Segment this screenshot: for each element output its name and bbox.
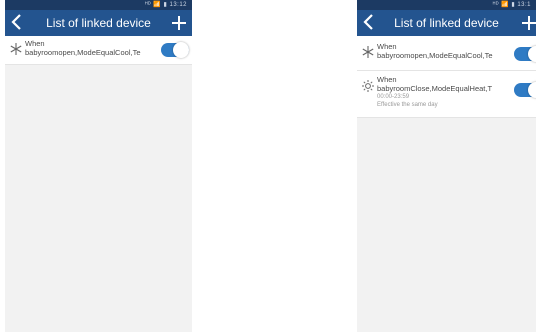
back-button[interactable] bbox=[362, 13, 380, 33]
when-label: When bbox=[377, 75, 397, 84]
chevron-left-icon bbox=[11, 14, 21, 30]
status-bar: ⁠ᴴᴰ 📶 ▮ 13:12 bbox=[5, 0, 192, 10]
plus-icon bbox=[172, 16, 186, 30]
rule-text: When babyroomClose,ModeEqualHeat,T 00:00… bbox=[377, 75, 502, 109]
right-screen: ᴴᴰ 📶 ▮ 13:1 List of linked device When b… bbox=[357, 0, 536, 332]
rule-text: When babyroomopen,ModeEqualCool,Te bbox=[25, 39, 158, 57]
when-label: When bbox=[377, 42, 397, 51]
rule-text: When babyroomopen,ModeEqualCool,Te bbox=[377, 42, 502, 60]
enable-toggle[interactable] bbox=[514, 82, 536, 98]
list-item[interactable]: When babyroomopen,ModeEqualCool,Te bbox=[357, 36, 536, 71]
list-item[interactable]: When babyroomClose,ModeEqualHeat,T 00:00… bbox=[357, 71, 536, 118]
left-screen: ⁠ᴴᴰ 📶 ▮ 13:12 List of linked device bbox=[5, 0, 192, 332]
app-bar: List of linked device bbox=[5, 10, 192, 36]
back-button[interactable] bbox=[10, 13, 28, 33]
list-item[interactable]: When babyroomopen,ModeEqualCool,Te bbox=[5, 36, 192, 65]
time-range: 00:00-23:59 bbox=[377, 94, 410, 100]
page-title: List of linked device bbox=[394, 16, 499, 30]
repeat-label: Effective the same day bbox=[377, 102, 438, 108]
status-bar: ᴴᴰ 📶 ▮ 13:1 bbox=[357, 0, 536, 10]
sun-icon bbox=[361, 80, 375, 94]
app-bar: List of linked device bbox=[357, 10, 536, 36]
toggle-knob bbox=[173, 42, 189, 58]
when-label: When bbox=[25, 39, 45, 48]
page-title: List of linked device bbox=[46, 16, 151, 30]
snowflake-icon bbox=[9, 43, 23, 57]
toggle-knob bbox=[528, 82, 536, 98]
plus-icon bbox=[522, 16, 536, 30]
rule-label: babyroomClose,ModeEqualHeat,T bbox=[377, 84, 493, 93]
chevron-left-icon bbox=[363, 14, 373, 30]
rule-label: babyroomopen,ModeEqualCool,Te bbox=[377, 51, 493, 60]
add-button[interactable] bbox=[170, 11, 188, 35]
enable-toggle[interactable] bbox=[514, 46, 536, 62]
enable-toggle[interactable] bbox=[161, 42, 189, 58]
rule-label: babyroomopen,ModeEqualCool,Te bbox=[25, 48, 141, 57]
toggle-knob bbox=[528, 46, 536, 62]
snowflake-icon bbox=[361, 46, 375, 60]
add-button[interactable] bbox=[520, 11, 536, 35]
